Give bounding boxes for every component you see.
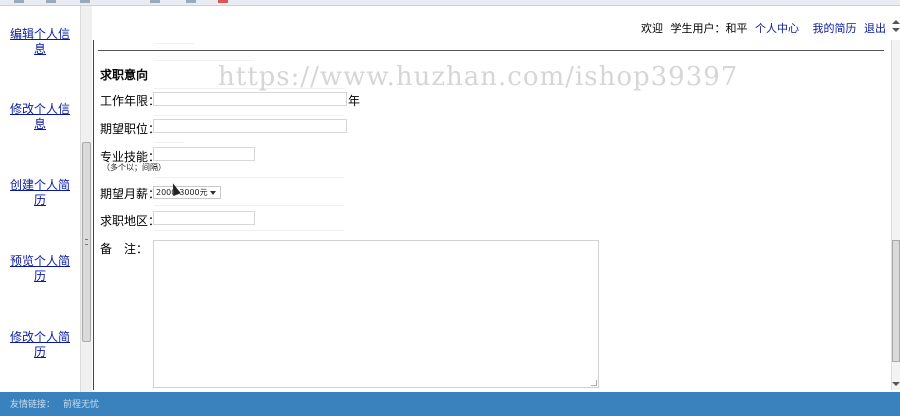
work-years-input[interactable] xyxy=(153,92,347,106)
skills-hint: （多个以；间隔） xyxy=(102,163,166,172)
scroll-down-icon[interactable] xyxy=(892,28,900,32)
salary-label: 期望月薪： xyxy=(100,187,161,201)
main-scroll-thumb[interactable] xyxy=(892,240,900,362)
sidebar-links: 编辑个人信 息 修改个人信 息 创建个人简 历 预览个人简 历 修改个人简 历 xyxy=(0,6,80,392)
toolbar-mark xyxy=(14,0,24,3)
sidebar-item-label: 修改个人信 xyxy=(9,102,70,116)
sidebar-scrollbar[interactable] xyxy=(80,6,92,392)
sidebar-scroll-thumb[interactable] xyxy=(82,142,91,342)
footer: 友情链接： 前程无忧 xyxy=(0,392,900,416)
sidebar: 编辑个人信 息 修改个人信 息 创建个人简 历 预览个人简 历 修改个人简 历 xyxy=(0,6,93,392)
location-label: 求职地区： xyxy=(100,214,161,228)
work-years-label: 工作年限： xyxy=(100,94,161,108)
divider xyxy=(154,230,344,231)
user-role: 学生用户： xyxy=(670,22,726,35)
divider xyxy=(154,43,194,44)
sidebar-item-label: 息 xyxy=(33,117,46,131)
user-name: 和平 xyxy=(725,22,748,35)
work-years-unit: 年 xyxy=(348,94,361,108)
scroll-up-icon[interactable] xyxy=(892,20,900,24)
logout-link[interactable]: 退出 xyxy=(864,22,886,35)
sidebar-item-create-resume[interactable]: 创建个人简 历 xyxy=(6,178,74,208)
scroll-down-icon[interactable] xyxy=(892,382,900,386)
divider xyxy=(154,177,344,178)
footer-link[interactable]: 前程无忧 xyxy=(63,400,99,410)
header: 欢迎 学生用户：和平 个人中心 我的简历 退出 xyxy=(93,6,900,40)
watermark: https://www.huzhan.com/ishop39397 xyxy=(218,62,739,92)
main-scrollbar[interactable] xyxy=(891,40,900,390)
header-nav: 欢迎 学生用户：和平 个人中心 我的简历 退出 xyxy=(637,20,886,36)
position-label: 期望职位： xyxy=(100,122,161,136)
remarks-label: 备 注： xyxy=(100,242,149,256)
toolbar-mark xyxy=(46,0,56,3)
salary-selected-value: 2000-3000元 xyxy=(156,188,208,197)
divider xyxy=(98,50,884,51)
select-caret-icon xyxy=(210,191,216,195)
sidebar-item-label: 历 xyxy=(33,193,46,207)
sidebar-item-label: 编辑个人信 xyxy=(9,27,70,41)
toolbar-mark xyxy=(150,0,160,3)
welcome-text: 欢迎 xyxy=(641,22,663,35)
sidebar-item-label: 修改个人简 xyxy=(9,330,70,344)
sidebar-item-label: 预览个人简 xyxy=(9,254,70,268)
header-scrollbar[interactable] xyxy=(892,12,900,40)
remarks-textarea[interactable] xyxy=(153,240,599,388)
salary-select[interactable]: 2000-3000元 xyxy=(153,186,221,199)
sidebar-item-label: 历 xyxy=(33,269,46,283)
location-input[interactable] xyxy=(153,211,255,225)
sidebar-item-preview-resume[interactable]: 预览个人简 历 xyxy=(6,254,74,284)
divider xyxy=(154,142,184,143)
toolbar-mark xyxy=(186,0,196,3)
resize-grip-icon[interactable] xyxy=(591,380,597,386)
section-title: 求职意向 xyxy=(100,68,149,82)
toolbar-mark xyxy=(218,0,228,3)
toolbar-mark xyxy=(80,0,90,3)
sidebar-item-modify-info[interactable]: 修改个人信 息 xyxy=(6,102,74,132)
divider xyxy=(154,115,344,116)
personal-center-link[interactable]: 个人中心 xyxy=(755,22,799,35)
footer-links: 友情链接： 前程无忧 xyxy=(10,397,99,410)
divider xyxy=(154,205,344,206)
sidebar-item-edit-info[interactable]: 编辑个人信 息 xyxy=(6,27,74,57)
footer-links-label: 友情链接： xyxy=(10,400,56,410)
my-resume-link[interactable]: 我的简历 xyxy=(813,22,857,35)
sidebar-item-label: 创建个人简 xyxy=(9,178,70,192)
resume-form-frame: 求职意向 工作年限： 年 期望职位： 专业技能： （多个以；间隔） 期望月薪： … xyxy=(93,40,891,390)
grip-icon xyxy=(85,239,88,245)
sidebar-item-label: 历 xyxy=(33,345,46,359)
sidebar-item-modify-resume[interactable]: 修改个人简 历 xyxy=(6,330,74,360)
sidebar-item-label: 息 xyxy=(33,42,46,56)
position-input[interactable] xyxy=(153,119,347,133)
divider xyxy=(154,60,254,61)
skills-input[interactable] xyxy=(153,147,255,161)
